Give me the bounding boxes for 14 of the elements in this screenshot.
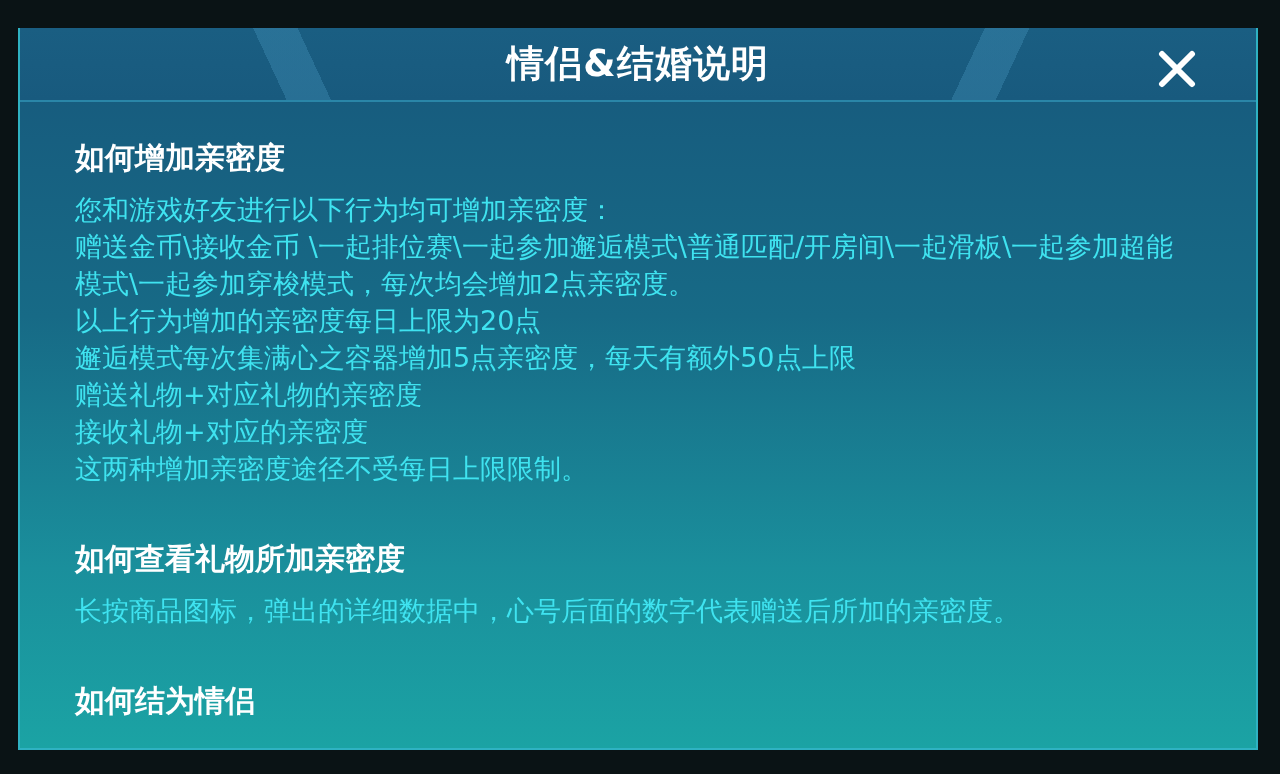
section-heading: 如何查看礼物所加亲密度 <box>75 540 405 578</box>
body-text: 您和游戏好友进行以下行为均可增加亲密度： <box>75 193 615 227</box>
close-icon <box>1158 50 1196 88</box>
body-text: 这两种增加亲密度途径不受每日上限限制。 <box>75 452 588 486</box>
close-button[interactable] <box>1156 48 1198 90</box>
body-text: 接收礼物+对应的亲密度 <box>75 415 368 449</box>
body-text: 长按商品图标，弹出的详细数据中，心号后面的数字代表赠送后所加的亲密度。 <box>75 594 1020 628</box>
section-heading: 如何结为情侣 <box>75 682 255 720</box>
body-text: 赠送金币\接收金币 \一起排位赛\一起参加邂逅模式\普通匹配/开房间\一起滑板\一起参加超能模式\一起参加穿梭模式，每次均会增加2点亲密度。 <box>75 230 1175 301</box>
section-heading: 如何增加亲密度 <box>75 139 285 177</box>
body-text: 邂逅模式每次集满心之容器增加5点亲密度，每天有额外50点上限 <box>75 341 856 375</box>
body-text: 以上行为增加的亲密度每日上限为20点 <box>75 304 542 338</box>
body-text: 赠送礼物+对应礼物的亲密度 <box>75 378 422 412</box>
dialog-title: 情侣&结婚说明 <box>507 41 769 87</box>
